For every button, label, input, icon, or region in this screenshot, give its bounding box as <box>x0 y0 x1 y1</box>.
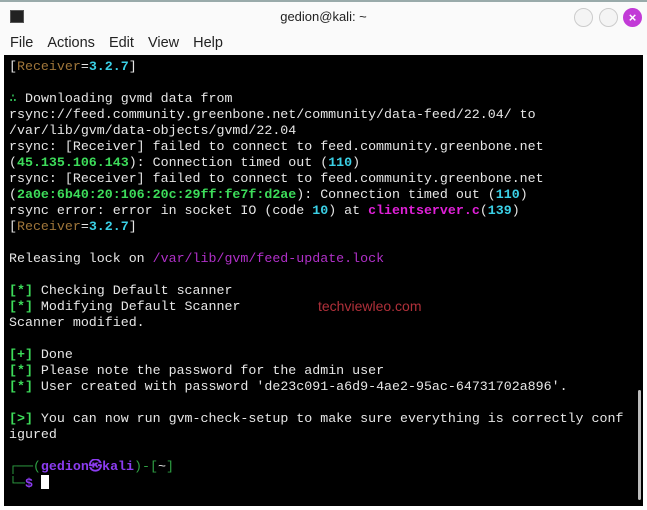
terminal-text: = <box>80 219 89 234</box>
minimize-button[interactable] <box>574 8 593 27</box>
terminal-line: [+] Done <box>9 347 643 363</box>
terminal-text: 3.2.7 <box>88 219 129 234</box>
terminal-text: Checking Default scanner <box>32 283 233 298</box>
terminal-line: [*] Please note the password for the adm… <box>9 363 643 379</box>
terminal-text: [*] <box>9 363 33 378</box>
terminal-output[interactable]: [Receiver=3.2.7] ∴ Downloading gvmd data … <box>4 55 643 506</box>
terminal-text: ∴ <box>9 91 25 106</box>
terminal-line: [>] You can now run gvm-check-setup to m… <box>9 411 643 427</box>
terminal-text: ( <box>9 187 17 202</box>
watermark: techviewleo.com <box>318 298 422 314</box>
terminal-text: Releasing lock on <box>9 251 153 266</box>
terminal-text: [*] <box>9 379 33 394</box>
terminal-line: rsync error: error in socket IO (code 10… <box>9 203 643 219</box>
terminal-text: Receiver <box>16 59 81 74</box>
terminal-text: Please note the password for the admin u… <box>32 363 385 378</box>
terminal-text: = <box>80 59 89 74</box>
menu-help[interactable]: Help <box>189 32 227 54</box>
terminal-text: ): Connection timed out ( <box>128 155 329 170</box>
terminal-text: /var/lib/gvm/feed-update.lock <box>152 251 385 266</box>
cursor <box>40 475 49 489</box>
terminal-lines: [Receiver=3.2.7] ∴ Downloading gvmd data … <box>9 59 643 491</box>
terminal-text: ) <box>352 155 361 170</box>
terminal-text: [ <box>9 59 17 74</box>
terminal-text: 110 <box>328 155 353 170</box>
terminal-text: ) <box>511 203 520 218</box>
terminal-text: gedion㉿kali <box>40 459 135 474</box>
scrollbar[interactable] <box>638 390 641 500</box>
terminal-line: [*] User created with password 'de23c091… <box>9 379 643 395</box>
close-button[interactable]: × <box>623 8 642 27</box>
terminal-text: ┌──( <box>9 459 41 474</box>
terminal-text: Scanner modified. <box>9 315 145 330</box>
terminal-line: rsync: [Receiver] failed to connect to f… <box>9 171 643 187</box>
menu-edit[interactable]: Edit <box>105 32 138 54</box>
terminal-line: [Receiver=3.2.7] <box>9 59 643 75</box>
terminal-line: ∴ Downloading gvmd data from <box>9 91 643 107</box>
terminal-text: ): Connection timed out ( <box>296 187 496 202</box>
terminal-text: ) <box>519 187 528 202</box>
terminal-text: Downloading gvmd data from <box>25 91 233 106</box>
menu-file[interactable]: File <box>6 32 37 54</box>
terminal-line: rsync: [Receiver] failed to connect to f… <box>9 139 643 155</box>
terminal-text: ~ <box>157 459 166 474</box>
terminal-text: clientserver.c <box>368 203 480 218</box>
terminal-line: ┌──(gedion㉿kali)-[~] <box>9 459 643 475</box>
terminal-line: (2a0e:6b40:20:106:20c:29ff:fe7f:d2ae): C… <box>9 187 643 203</box>
terminal-line: [*] Checking Default scanner <box>9 283 643 299</box>
terminal-text: rsync: [Receiver] failed to connect to f… <box>9 171 544 186</box>
terminal-text: )-[ <box>134 459 158 474</box>
terminal-text: rsync: [Receiver] failed to connect to f… <box>9 139 544 154</box>
terminal-text: Done <box>32 347 73 362</box>
terminal-text: rsync error: error in socket IO (code <box>9 203 313 218</box>
menu-bar: File Actions Edit View Help <box>0 32 647 55</box>
terminal-text: [+] <box>9 347 33 362</box>
terminal-text: igured <box>9 427 57 442</box>
terminal-text: [*] <box>9 299 33 314</box>
terminal-text: 2a0e:6b40:20:106:20c:29ff:fe7f:d2ae <box>16 187 297 202</box>
title-bar: gedion@kali: ~ × <box>0 0 647 32</box>
terminal-text: Receiver <box>16 219 81 234</box>
terminal-text: You can now run gvm-check-setup to make … <box>32 411 624 426</box>
terminal-text: [>] <box>9 411 33 426</box>
terminal-text: ( <box>9 155 17 170</box>
terminal-text: └─ <box>9 476 25 491</box>
maximize-button[interactable] <box>599 8 618 27</box>
window-title: gedion@kali: ~ <box>280 9 367 24</box>
terminal-text: [ <box>9 219 17 234</box>
terminal-text: /var/lib/gvm/data-objects/gvmd/22.04 <box>9 123 297 138</box>
terminal-line: igured <box>9 427 643 443</box>
terminal-line: Releasing lock on /var/lib/gvm/feed-upda… <box>9 251 643 267</box>
terminal-text: rsync://feed.community.greenbone.net/com… <box>9 107 536 122</box>
terminal-line: (45.135.106.143): Connection timed out (… <box>9 155 643 171</box>
terminal-text: $ <box>24 476 41 491</box>
terminal-text: 139 <box>487 203 512 218</box>
menu-actions[interactable]: Actions <box>43 32 99 54</box>
terminal-text: 45.135.106.143 <box>16 155 129 170</box>
terminal-text: ] <box>165 459 174 474</box>
terminal-line: Scanner modified. <box>9 315 643 331</box>
terminal-text: [*] <box>9 283 33 298</box>
terminal-line: └─$ <box>9 475 643 491</box>
terminal-line: [Receiver=3.2.7] <box>9 219 643 235</box>
terminal-text: 10 <box>312 203 329 218</box>
terminal-text: 3.2.7 <box>88 59 129 74</box>
terminal-text: Modifying Default Scanner <box>32 299 241 314</box>
terminal-text: ( <box>479 203 488 218</box>
terminal-text: User created with password 'de23c091-a6d… <box>32 379 568 394</box>
terminal-text: ] <box>128 219 137 234</box>
terminal-text: 110 <box>495 187 520 202</box>
terminal-line: /var/lib/gvm/data-objects/gvmd/22.04 <box>9 123 643 139</box>
terminal-text: ] <box>128 59 137 74</box>
terminal-line: rsync://feed.community.greenbone.net/com… <box>9 107 643 123</box>
menu-view[interactable]: View <box>144 32 183 54</box>
terminal-text: ) at <box>328 203 369 218</box>
